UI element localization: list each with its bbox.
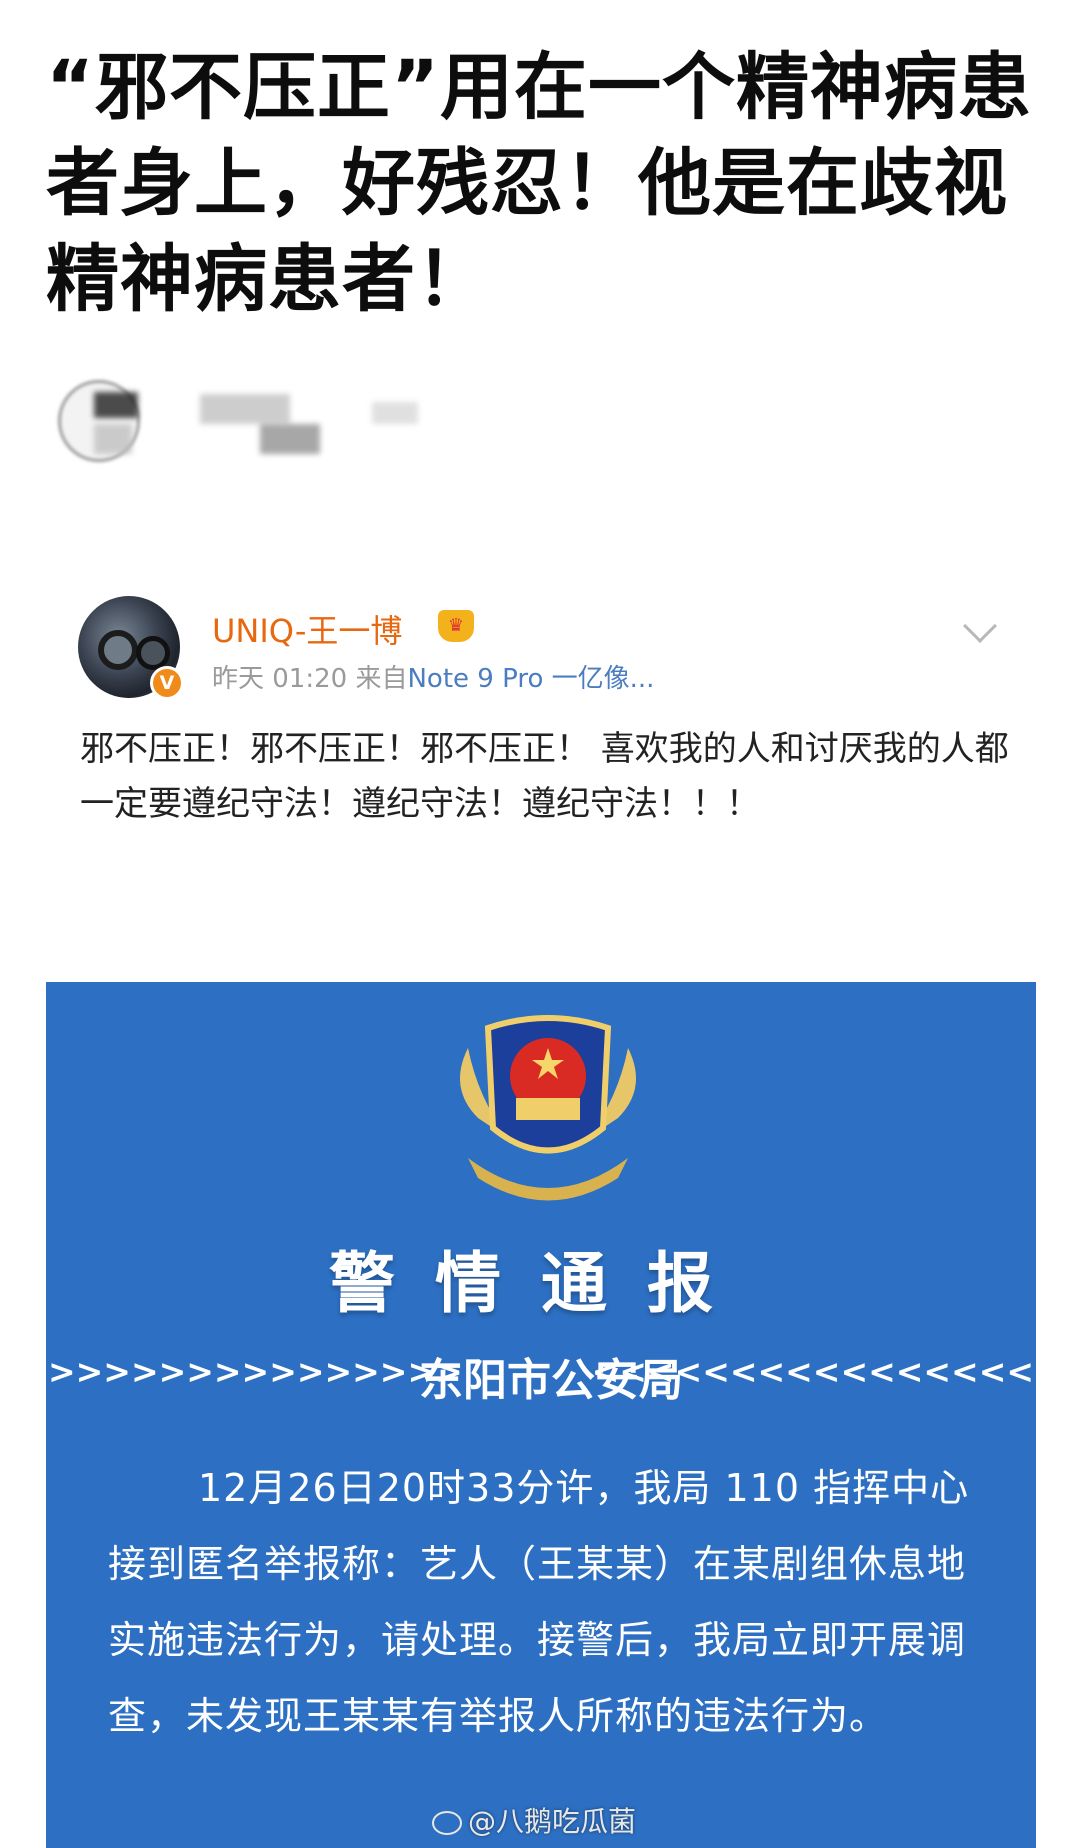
bureau-row: >>>>>>>>>>>>>>> 东阳市公安局 <<<<<<<<<<<<<<<< [46,1342,1036,1406]
arrows-right: <<<<<<<<<<<<<<<< [591,1352,1034,1391]
blur-block [372,402,418,424]
watermark-text: @八鹅吃瓜菌 [468,1805,637,1838]
blur-block [260,424,320,454]
source-prefix: 来自 [355,664,408,694]
notice-body: 12月26日20时33分许，我局 110 指挥中心接到匿名举报称：艺人（王某某）… [108,1466,970,1738]
verified-badge-icon: V [150,666,184,700]
blur-block [94,392,138,418]
source-device[interactable]: Note 9 Pro 一亿像... [407,664,654,694]
post-meta: 昨天 01:20 来自Note 9 Pro 一亿像... [212,658,654,695]
police-notice-image: 警情通报 >>>>>>>>>>>>>>> 东阳市公安局 <<<<<<<<<<<<… [46,982,1036,1848]
weibo-post: V UNIQ-王一博 ♛ 昨天 01:20 来自Note 9 Pro 一亿像..… [60,596,1020,896]
blur-block [94,424,132,454]
police-emblem-icon [460,1015,636,1201]
crown-icon: ♛ [438,610,474,642]
watermark: @八鹅吃瓜菌 [432,1800,636,1840]
blurred-user-info [50,372,430,472]
blur-block [200,394,290,424]
post-text: 邪不压正！邪不压正！邪不压正！ 喜欢我的人和讨厌我的人都一定要遵纪守法！遵纪守法… [80,729,1009,824]
weibo-logo-icon [432,1811,462,1835]
notice-title: 警情通报 [329,1245,753,1322]
chevron-down-icon[interactable] [963,609,997,643]
arrows-left: >>>>>>>>>>>>>>> [48,1352,463,1391]
headline-text: “邪不压正”用在一个精神病患者身上，好残忍！他是在歧视精神病患者！ [46,45,1032,322]
post-time: 昨天 01:20 [212,664,348,694]
username[interactable]: UNIQ-王一博 [212,606,402,652]
